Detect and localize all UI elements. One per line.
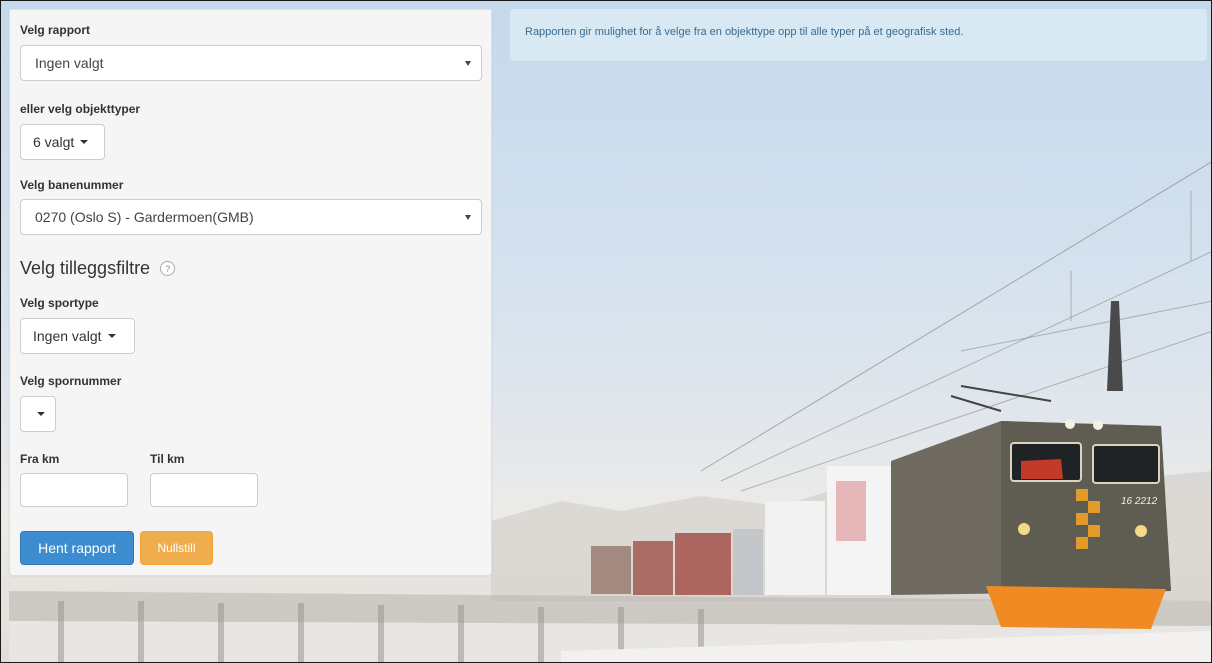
fetch-report-button[interactable]: Hent rapport bbox=[20, 531, 134, 565]
report-filter-panel: Velg rapport Ingen valgt eller velg obje… bbox=[9, 9, 492, 576]
line-number-value: 0270 (Oslo S) - Gardermoen(GMB) bbox=[35, 209, 254, 225]
report-select[interactable]: Ingen valgt bbox=[20, 45, 482, 81]
line-number-label: Velg banenummer bbox=[20, 178, 124, 192]
object-types-label: eller velg objekttyper bbox=[20, 102, 141, 116]
extra-filters-title: Velg tilleggsfiltre bbox=[20, 258, 151, 278]
locomotive-number: 16 2212 bbox=[1121, 496, 1158, 507]
info-text: Rapporten gir mulighet for å velge fra e… bbox=[525, 26, 964, 38]
track-number-dropdown[interactable] bbox=[20, 396, 56, 432]
from-km-label: Fra km bbox=[20, 452, 60, 466]
caret-down-icon bbox=[80, 140, 89, 144]
track-type-dropdown[interactable]: Ingen valgt bbox=[20, 318, 135, 354]
select-caret-icon bbox=[465, 215, 471, 220]
from-km-input[interactable] bbox=[20, 473, 128, 507]
line-number-select[interactable]: 0270 (Oslo S) - Gardermoen(GMB) bbox=[20, 199, 482, 235]
app-frame: 16 2212 Rapporten gir mulighet for å vel… bbox=[0, 0, 1212, 663]
caret-down-icon bbox=[107, 334, 116, 338]
help-icon[interactable]: ? bbox=[160, 261, 176, 276]
to-km-label: Til km bbox=[150, 452, 185, 466]
report-label: Velg rapport bbox=[20, 23, 91, 37]
extra-filters-heading: Velg tilleggsfiltre ? bbox=[20, 258, 176, 279]
track-type-label: Velg sportype bbox=[20, 296, 99, 310]
track-type-value: Ingen valgt bbox=[33, 328, 102, 344]
track-number-label: Velg spornummer bbox=[20, 374, 122, 388]
to-km-input[interactable] bbox=[150, 473, 258, 507]
reset-button[interactable]: Nullstill bbox=[140, 531, 213, 565]
object-types-dropdown[interactable]: 6 valgt bbox=[20, 124, 105, 160]
info-alert: Rapporten gir mulighet for å velge fra e… bbox=[510, 9, 1207, 61]
select-caret-icon bbox=[465, 61, 471, 66]
report-select-value: Ingen valgt bbox=[35, 55, 104, 71]
object-types-value: 6 valgt bbox=[33, 134, 75, 150]
caret-down-icon bbox=[37, 412, 45, 416]
